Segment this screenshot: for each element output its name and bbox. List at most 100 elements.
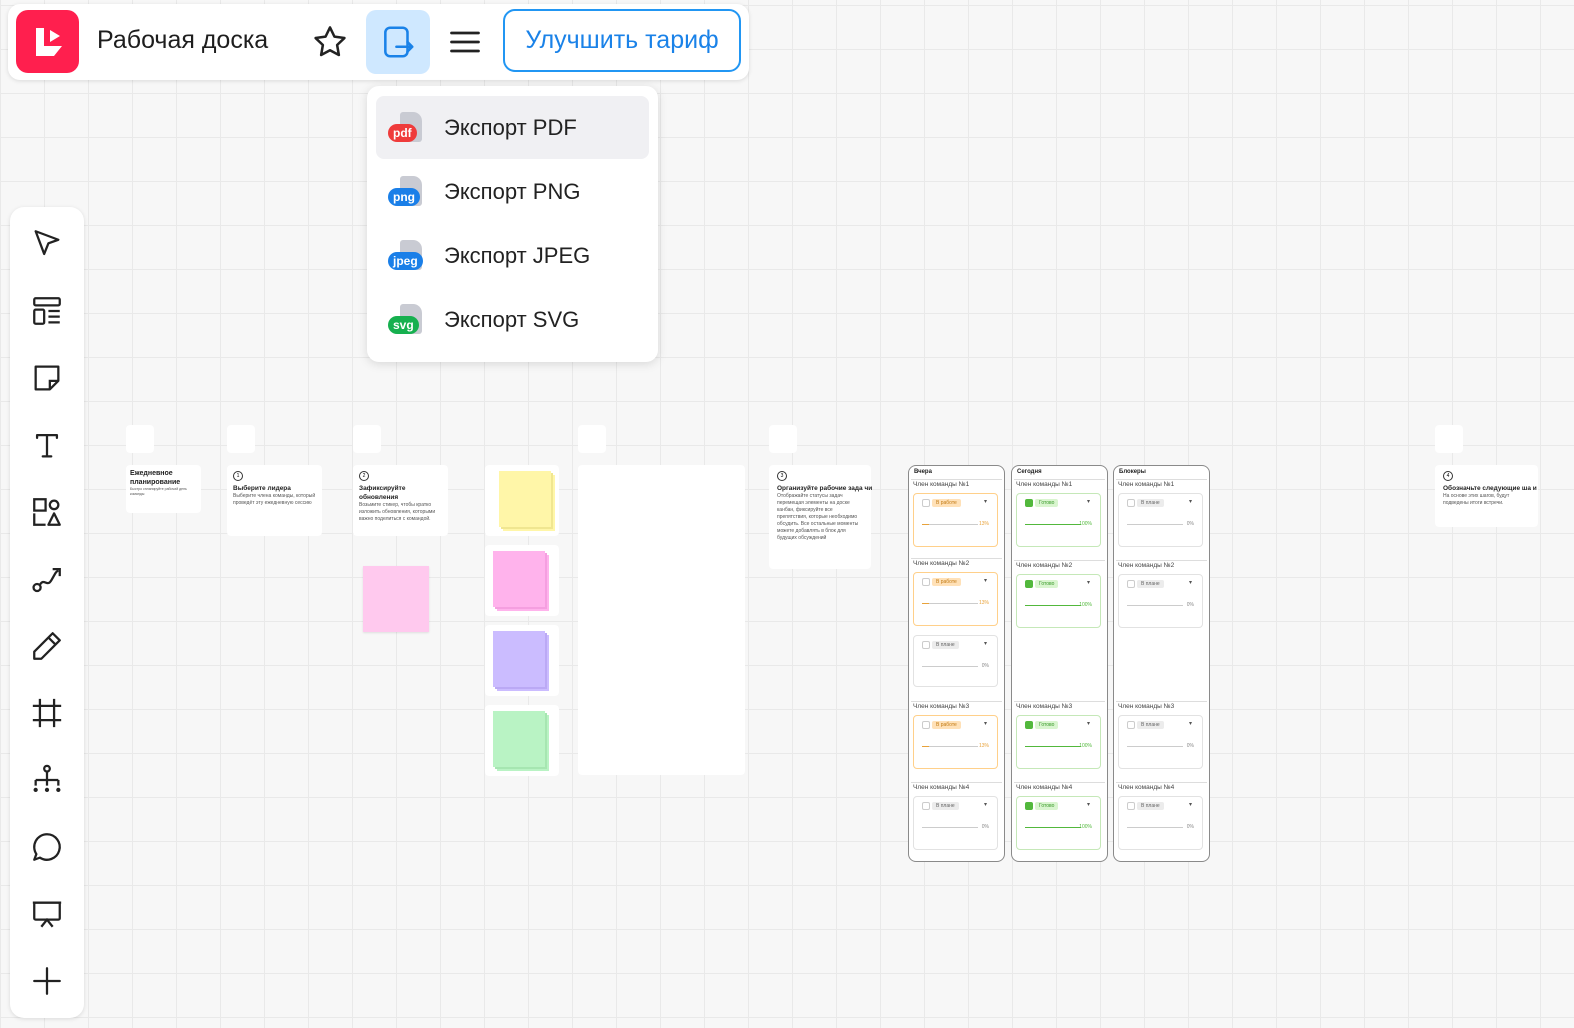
chevron-down-icon[interactable]: ▾ (1189, 579, 1192, 586)
task-checkbox[interactable] (1025, 802, 1033, 810)
sticky-note[interactable] (363, 566, 429, 632)
step-title: Выберите лидера (233, 485, 291, 492)
chevron-down-icon[interactable]: ▾ (1087, 801, 1090, 808)
board-canvas[interactable]: Ежедневное планирование Быстро спланируй… (0, 0, 1574, 1028)
chevron-down-icon[interactable]: ▾ (1087, 579, 1090, 586)
step-card-2[interactable]: 2 Зафиксируйте обновления Возьмите стике… (353, 465, 448, 536)
menu-button[interactable] (433, 10, 497, 74)
task-checkbox[interactable] (922, 802, 930, 810)
status-badge[interactable]: В плане (932, 641, 959, 649)
title-card[interactable]: Ежедневное планирование Быстро спланируй… (126, 465, 201, 513)
task-checkbox[interactable] (1025, 721, 1033, 729)
task-checkbox[interactable] (1127, 721, 1135, 729)
export-button[interactable] (366, 10, 430, 74)
add-tool[interactable] (26, 960, 68, 1002)
task-checkbox[interactable] (922, 721, 930, 729)
status-badge[interactable]: Готово (1035, 802, 1059, 810)
task-checkbox[interactable] (1127, 580, 1135, 588)
kanban-column[interactable]: Вчера Член команды №1 В работе ▾ 13% Член ком… (908, 465, 1005, 862)
pen-tool[interactable] (26, 625, 68, 667)
task-card[interactable]: В работе ▾ 13% (913, 493, 998, 547)
mindmap-tool[interactable] (26, 759, 68, 801)
chevron-down-icon[interactable]: ▾ (984, 640, 987, 647)
status-badge[interactable]: В плане (1137, 721, 1164, 729)
task-card[interactable]: В плане ▾ 0% (913, 635, 998, 687)
export-svg-item[interactable]: svg Экспорт SVG (376, 288, 649, 351)
select-tool[interactable] (26, 223, 68, 265)
task-card[interactable]: Готово ▾ 100% (1016, 715, 1101, 769)
frame-handle[interactable] (1435, 425, 1463, 453)
step-card-1[interactable]: 1 Выберите лидера Выберите члена команды… (227, 465, 322, 536)
board-title[interactable]: Рабочая доска (97, 26, 268, 55)
step-card-3[interactable]: 3 Организуйте рабочие зада чи Отображайт… (769, 465, 872, 569)
chevron-down-icon[interactable]: ▾ (1189, 801, 1192, 808)
task-card[interactable]: В работе ▾ 13% (913, 572, 998, 626)
favorite-button[interactable] (298, 10, 362, 74)
task-checkbox[interactable] (1127, 802, 1135, 810)
progress-bar (1025, 746, 1081, 747)
frame-handle[interactable] (227, 425, 255, 453)
task-checkbox[interactable] (1127, 499, 1135, 507)
chevron-down-icon[interactable]: ▾ (1087, 720, 1090, 727)
frame-handle[interactable] (578, 425, 606, 453)
frame-tool[interactable] (26, 692, 68, 734)
task-card[interactable]: Готово ▾ 100% (1016, 574, 1101, 628)
task-checkbox[interactable] (922, 641, 930, 649)
status-badge[interactable]: Готово (1035, 499, 1059, 507)
task-card[interactable]: В плане ▾ 0% (1118, 574, 1203, 628)
export-png-item[interactable]: png Экспорт PNG (376, 160, 649, 223)
chevron-down-icon[interactable]: ▾ (1189, 498, 1192, 505)
status-badge[interactable]: В плане (932, 802, 959, 810)
sticky-stack-purple[interactable] (485, 625, 559, 696)
notes-area[interactable] (578, 465, 745, 775)
task-card[interactable]: В плане ▾ 0% (1118, 493, 1203, 547)
comment-tool[interactable] (26, 826, 68, 868)
upgrade-plan-button[interactable]: Улучшить тариф (503, 9, 741, 72)
step-number: 4 (1443, 471, 1453, 481)
status-badge[interactable]: В плане (1137, 580, 1164, 588)
status-badge[interactable]: В работе (932, 578, 961, 586)
progress-percent: 13% (978, 600, 989, 606)
export-pdf-item[interactable]: pdf Экспорт PDF (376, 96, 649, 159)
frame-handle[interactable] (353, 425, 381, 453)
app-logo[interactable] (16, 10, 79, 73)
step-card-4[interactable]: 4 Обозначьте следующие ша и На основе эт… (1435, 465, 1538, 527)
status-badge[interactable]: В работе (932, 721, 961, 729)
kanban-column[interactable]: Блокеры Член команды №1 В плане ▾ 0% Член ком… (1113, 465, 1210, 862)
chevron-down-icon[interactable]: ▾ (984, 498, 987, 505)
sticky-note-tool[interactable] (26, 357, 68, 399)
frame-handle[interactable] (769, 425, 797, 453)
chevron-down-icon[interactable]: ▾ (1189, 720, 1192, 727)
status-badge[interactable]: В плане (1137, 499, 1164, 507)
chevron-down-icon[interactable]: ▾ (1087, 498, 1090, 505)
task-card[interactable]: В плане ▾ 0% (913, 796, 998, 850)
presentation-tool[interactable] (26, 893, 68, 935)
sticky-stack-yellow[interactable] (485, 465, 559, 536)
status-badge[interactable]: В плане (1137, 802, 1164, 810)
chevron-down-icon[interactable]: ▾ (984, 577, 987, 584)
sticky-stack-green[interactable] (485, 705, 559, 776)
task-checkbox[interactable] (922, 578, 930, 586)
task-card[interactable]: Готово ▾ 100% (1016, 493, 1101, 547)
chevron-down-icon[interactable]: ▾ (984, 720, 987, 727)
sticky-stack-pink[interactable] (485, 545, 559, 616)
task-checkbox[interactable] (1025, 499, 1033, 507)
templates-tool[interactable] (26, 290, 68, 332)
frame-handle[interactable] (126, 425, 154, 453)
status-badge[interactable]: Готово (1035, 721, 1059, 729)
task-card[interactable]: В плане ▾ 0% (1118, 796, 1203, 850)
task-checkbox[interactable] (1025, 580, 1033, 588)
task-card[interactable]: Готово ▾ 100% (1016, 796, 1101, 850)
shapes-tool[interactable] (26, 491, 68, 533)
text-tool[interactable] (26, 424, 68, 466)
connector-tool[interactable] (26, 558, 68, 600)
chevron-down-icon[interactable]: ▾ (984, 801, 987, 808)
task-card[interactable]: В плане ▾ 0% (1118, 715, 1203, 769)
status-badge[interactable]: Готово (1035, 580, 1059, 588)
export-jpeg-item[interactable]: jpeg Экспорт JPEG (376, 224, 649, 287)
task-card[interactable]: В работе ▾ 13% (913, 715, 998, 769)
task-checkbox[interactable] (922, 499, 930, 507)
kanban-column[interactable]: Сегодня Член команды №1 Готово ▾ 100% Член ко… (1011, 465, 1108, 862)
status-badge[interactable]: В работе (932, 499, 961, 507)
progress-bar (922, 666, 978, 667)
